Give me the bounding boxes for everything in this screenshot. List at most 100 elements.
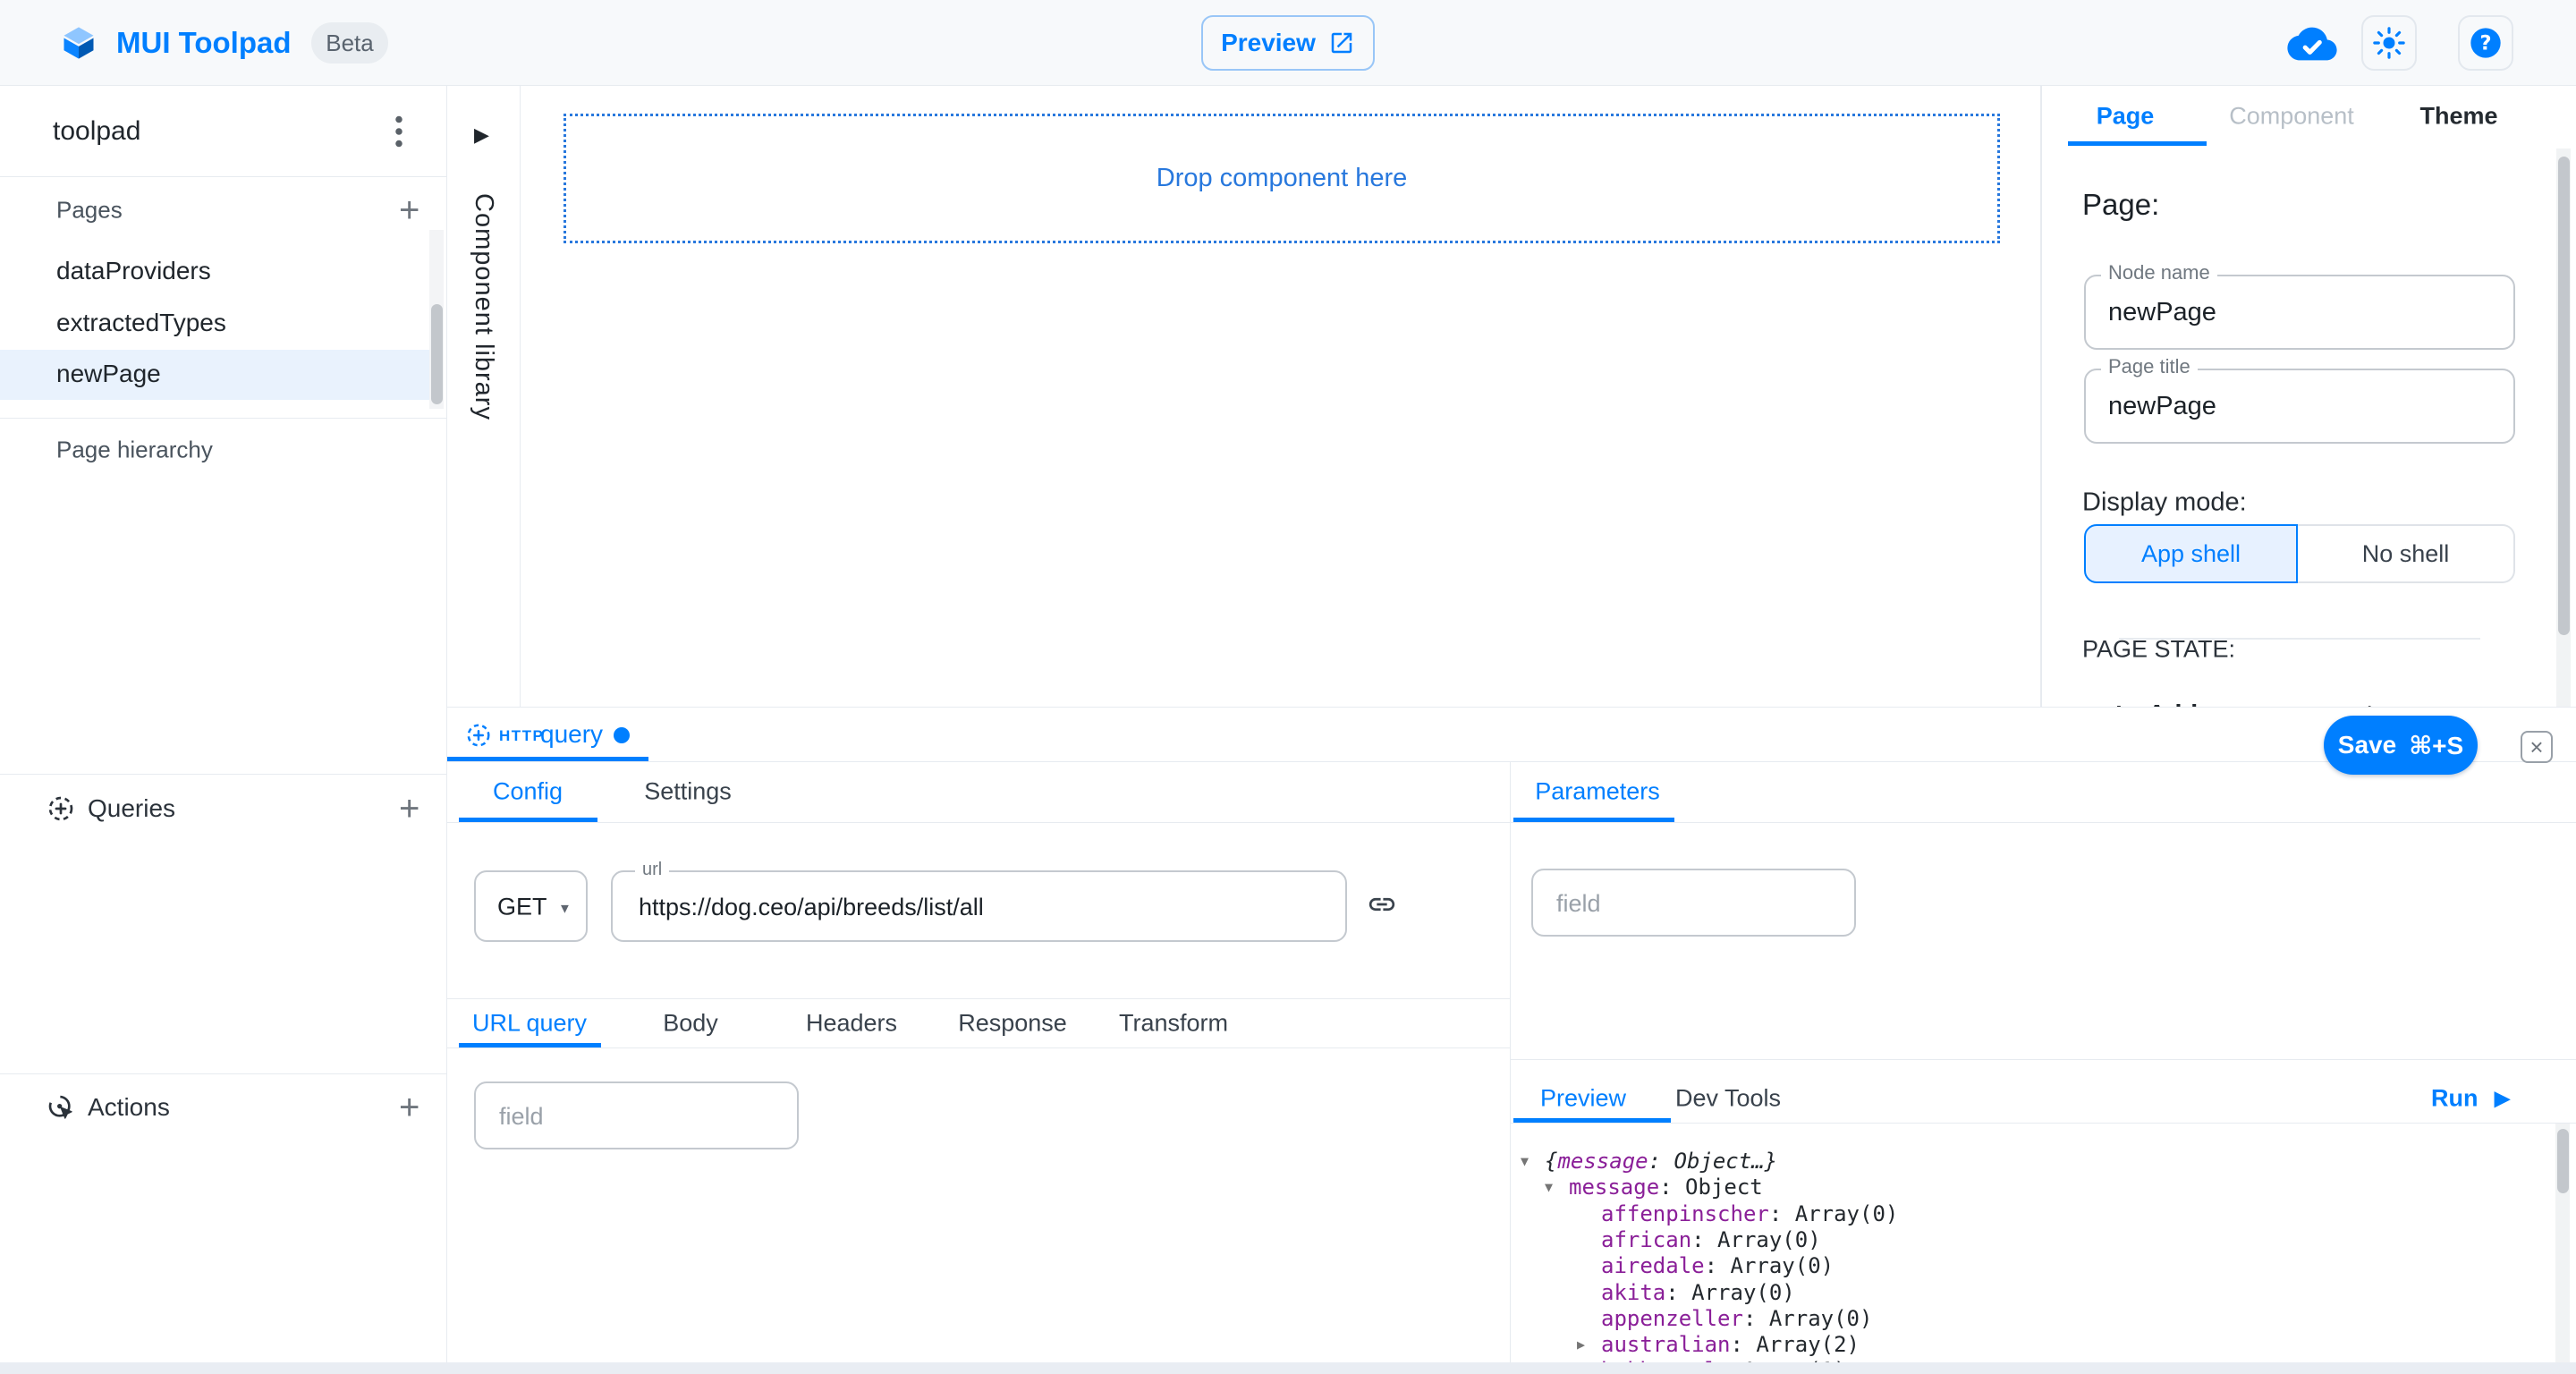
app-header: MUI Toolpad Beta Preview: [0, 0, 2576, 86]
query-tab-name: query: [540, 720, 603, 749]
inspector-panel: Page Component Theme Page: Node name Pag…: [2041, 86, 2576, 707]
svg-text:?: ?: [2479, 32, 2491, 55]
expand-library-arrow-icon[interactable]: ▶: [474, 123, 489, 147]
project-menu-button[interactable]: [392, 114, 406, 149]
add-page-parameters-label: Add page parameters: [2148, 700, 2413, 707]
preview-button-label: Preview: [1221, 29, 1316, 57]
add-page-icon[interactable]: +: [399, 192, 419, 228]
dropdown-arrow-icon: ▼: [558, 902, 572, 917]
json-tree-row[interactable]: appenzeller: Array(0): [1601, 1306, 1872, 1331]
url-input[interactable]: [639, 892, 1327, 922]
run-play-icon: ▶: [2494, 1088, 2510, 1109]
page-title-input[interactable]: [2108, 391, 2493, 421]
add-binding-icon[interactable]: [1367, 889, 1397, 920]
tree-expand-icon[interactable]: ▼: [1545, 1179, 1569, 1195]
sun-icon: [2372, 26, 2406, 60]
add-page-parameters-button[interactable]: + Add page parameters: [2110, 700, 2412, 707]
save-button-label: Save: [2338, 731, 2396, 759]
tab-parameters[interactable]: Parameters: [1535, 778, 1660, 806]
page-tab-underline: [2068, 141, 2207, 146]
sidebar-item-extractedTypes[interactable]: extractedTypes: [56, 309, 226, 337]
query-param-input[interactable]: [499, 1101, 776, 1132]
tab-response[interactable]: Response: [958, 1010, 1067, 1038]
display-mode-no-shell-button[interactable]: No shell: [2298, 524, 2515, 583]
inspector-heading: Page:: [2082, 188, 2159, 222]
node-name-input[interactable]: [2108, 297, 2493, 327]
query-tab-protocol: HTTP: [499, 727, 544, 745]
app-title: MUI Toolpad: [116, 26, 292, 60]
close-panel-button[interactable]: ×: [2521, 731, 2553, 763]
method-select[interactable]: GET ▼: [474, 870, 588, 942]
page-hierarchy-section[interactable]: Page hierarchy: [56, 437, 213, 464]
query-editor-panel: HTTP query Save ⌘+S × Config Settings GE…: [447, 707, 2576, 1362]
add-query-icon[interactable]: +: [399, 791, 419, 827]
queries-section-label: Queries: [88, 794, 175, 823]
component-library-label: Component library: [469, 193, 498, 420]
pages-section-label: Pages: [56, 197, 123, 225]
tab-url-query[interactable]: URL query: [472, 1010, 587, 1038]
cloud-sync-status-icon: [2287, 23, 2337, 69]
page-state-label: PAGE STATE:: [2082, 636, 2235, 664]
component-library-panel[interactable]: ▶ Component library: [447, 86, 521, 707]
pages-scrollbar-thumb[interactable]: [431, 304, 443, 404]
tab-dev-tools[interactable]: Dev Tools: [1675, 1085, 1781, 1113]
tree-expand-icon[interactable]: ▶: [1577, 1336, 1601, 1353]
drop-zone-label: Drop component here: [1157, 164, 1408, 193]
tab-headers[interactable]: Headers: [806, 1010, 897, 1038]
save-shortcut: ⌘+S: [2409, 731, 2463, 760]
json-tree-row[interactable]: ▶australian: Array(2): [1577, 1332, 1860, 1357]
json-tree-row[interactable]: african: Array(0): [1601, 1227, 1821, 1252]
json-tree-row[interactable]: affenpinscher: Array(0): [1601, 1201, 1898, 1226]
actions-section-label: Actions: [88, 1093, 170, 1122]
preview-button[interactable]: Preview: [1201, 15, 1375, 71]
run-button-label: Run: [2431, 1085, 2478, 1113]
help-icon: ?: [2468, 25, 2504, 61]
kebab-menu-icon: [392, 114, 406, 149]
tab-component[interactable]: Component: [2229, 103, 2354, 131]
external-link-icon: [1328, 30, 1355, 56]
tab-body[interactable]: Body: [663, 1010, 718, 1038]
method-value: GET: [497, 894, 547, 921]
url-field-label: url: [635, 860, 669, 879]
result-scrollbar-thumb[interactable]: [2557, 1129, 2569, 1193]
tab-config[interactable]: Config: [493, 778, 563, 806]
actions-icon: [47, 1093, 75, 1122]
json-tree-row[interactable]: airedale: Array(0): [1601, 1253, 1834, 1278]
queries-icon: [47, 794, 75, 823]
json-tree-row[interactable]: ▼message: Object: [1545, 1175, 1763, 1200]
add-action-icon[interactable]: +: [399, 1090, 419, 1125]
mui-toolpad-logo-icon: [59, 23, 98, 67]
beta-badge: Beta: [311, 22, 388, 64]
run-button[interactable]: Run ▶: [2431, 1085, 2511, 1113]
tab-transform[interactable]: Transform: [1119, 1010, 1228, 1038]
close-icon: ×: [2529, 735, 2543, 759]
json-tree-row[interactable]: akita: Array(0): [1601, 1280, 1795, 1305]
help-button[interactable]: ?: [2458, 15, 2513, 71]
tab-page[interactable]: Page: [2097, 103, 2155, 131]
sidebar-item-dataProviders[interactable]: dataProviders: [56, 257, 211, 285]
save-button[interactable]: Save ⌘+S: [2324, 716, 2478, 775]
theme-toggle-button[interactable]: [2361, 15, 2417, 71]
display-mode-label: Display mode:: [2082, 488, 2247, 518]
tab-preview[interactable]: Preview: [1540, 1085, 1626, 1113]
unsaved-changes-dot: [614, 727, 630, 743]
no-shell-label: No shell: [2362, 540, 2450, 568]
parameter-input[interactable]: [1556, 888, 1834, 919]
mui-toolpad-app: MUI Toolpad Beta Preview: [0, 0, 2576, 1374]
query-tab[interactable]: HTTP query: [447, 708, 648, 761]
project-name: toolpad: [53, 116, 140, 147]
tab-settings[interactable]: Settings: [644, 778, 732, 806]
window-bottom-strip: [0, 1362, 2576, 1374]
page-canvas: Drop component here: [521, 86, 2041, 707]
json-tree-row[interactable]: ▼{message: Object…}: [1521, 1149, 1777, 1174]
add-parameter-plus-icon: +: [2110, 700, 2128, 707]
display-mode-app-shell-button[interactable]: App shell: [2084, 524, 2298, 583]
sidebar-item-newPage[interactable]: newPage: [56, 360, 161, 388]
http-query-icon: [465, 722, 492, 749]
page-title-label: Page title: [2101, 357, 2198, 377]
app-shell-label: App shell: [2141, 540, 2241, 568]
tree-expand-icon[interactable]: ▼: [1521, 1153, 1545, 1169]
inspector-scrollbar-thumb[interactable]: [2558, 157, 2570, 635]
drop-zone[interactable]: Drop component here: [564, 114, 2000, 243]
tab-theme[interactable]: Theme: [2419, 103, 2497, 131]
